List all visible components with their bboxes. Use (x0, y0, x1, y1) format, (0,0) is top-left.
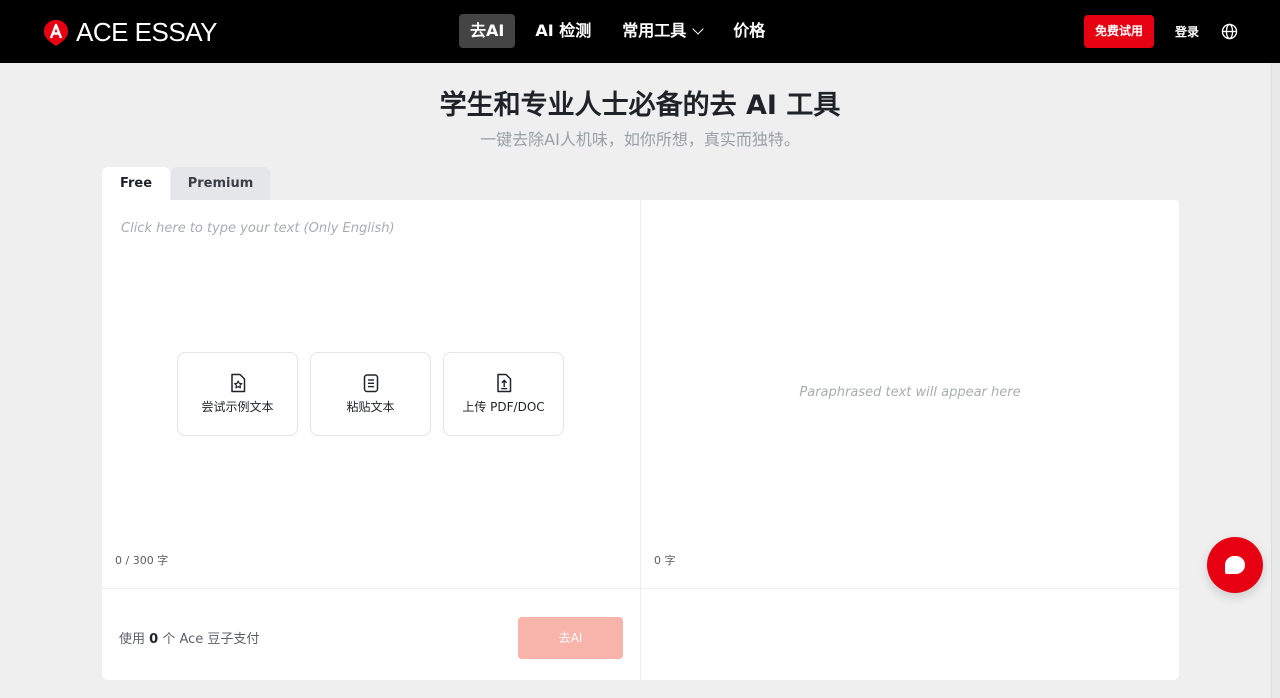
file-star-icon (230, 373, 245, 393)
brand-name: ACE ESSAY (76, 17, 217, 47)
card-label: 上传 PDF/DOC (462, 400, 545, 414)
payment-suffix: 个 Ace 豆子支付 (162, 632, 260, 647)
free-trial-button[interactable]: 免费试用 (1084, 15, 1154, 48)
globe-icon[interactable] (1221, 23, 1238, 40)
try-sample-button[interactable]: 尝试示例文本 (177, 352, 298, 436)
top-navbar: ACE ESSAY 去AI AI 检测 常用工具 价格 免费试用 登录 (0, 0, 1280, 63)
footer-divider (102, 588, 1179, 589)
nav-item-label: 常用工具 (622, 21, 687, 40)
upload-file-button[interactable]: 上传 PDF/DOC (443, 352, 564, 436)
page-title: 学生和专业人士必备的去 AI 工具 (439, 90, 841, 121)
nav-item-pricing[interactable]: 价格 (722, 14, 776, 48)
input-word-count: 0 / 300 字 (115, 554, 169, 567)
deai-submit-button[interactable]: 去AI (518, 617, 623, 659)
nav-item-label: AI 检测 (535, 21, 592, 40)
brand-logo[interactable]: ACE ESSAY (43, 17, 217, 48)
main-nav: 去AI AI 检测 常用工具 价格 (459, 14, 776, 48)
nav-item-ai-detect[interactable]: AI 检测 (524, 14, 602, 48)
card-label: 粘贴文本 (346, 400, 395, 414)
output-placeholder: Paraphrased text will appear here (799, 385, 1021, 400)
panel-divider (640, 200, 641, 680)
payment-amount: 0 (149, 632, 159, 647)
nav-item-label: 价格 (733, 21, 766, 40)
payment-prefix: 使用 (119, 632, 146, 647)
page-scrollbar[interactable] (1271, 63, 1280, 698)
clipboard-text-icon (363, 374, 378, 393)
nav-item-deai[interactable]: 去AI (459, 14, 516, 48)
chat-bubble-icon (1225, 556, 1245, 574)
chat-support-button[interactable] (1207, 537, 1263, 593)
file-upload-icon (496, 373, 511, 393)
editor-panel: Click here to type your text (Only Engli… (102, 200, 1179, 680)
tab-free[interactable]: Free (102, 167, 170, 201)
tab-premium[interactable]: Premium (171, 167, 270, 201)
paste-text-button[interactable]: 粘贴文本 (310, 352, 431, 436)
output-word-count: 0 字 (654, 554, 676, 567)
ace-logo-icon (44, 19, 68, 46)
quick-actions: 尝试示例文本 粘贴文本 上传 PDF/DOC (177, 352, 564, 436)
chevron-down-icon (692, 22, 704, 35)
payment-info: 使用 0 个 Ace 豆子支付 (119, 628, 259, 647)
input-textarea[interactable]: Click here to type your text (Only Engli… (121, 221, 395, 236)
nav-item-tools[interactable]: 常用工具 (611, 14, 713, 48)
login-link[interactable]: 登录 (1175, 22, 1199, 42)
page-subtitle: 一键去除AI人机味，如你所想，真实而独特。 (480, 130, 800, 149)
card-label: 尝试示例文本 (201, 400, 274, 414)
nav-item-label: 去AI (470, 21, 505, 40)
